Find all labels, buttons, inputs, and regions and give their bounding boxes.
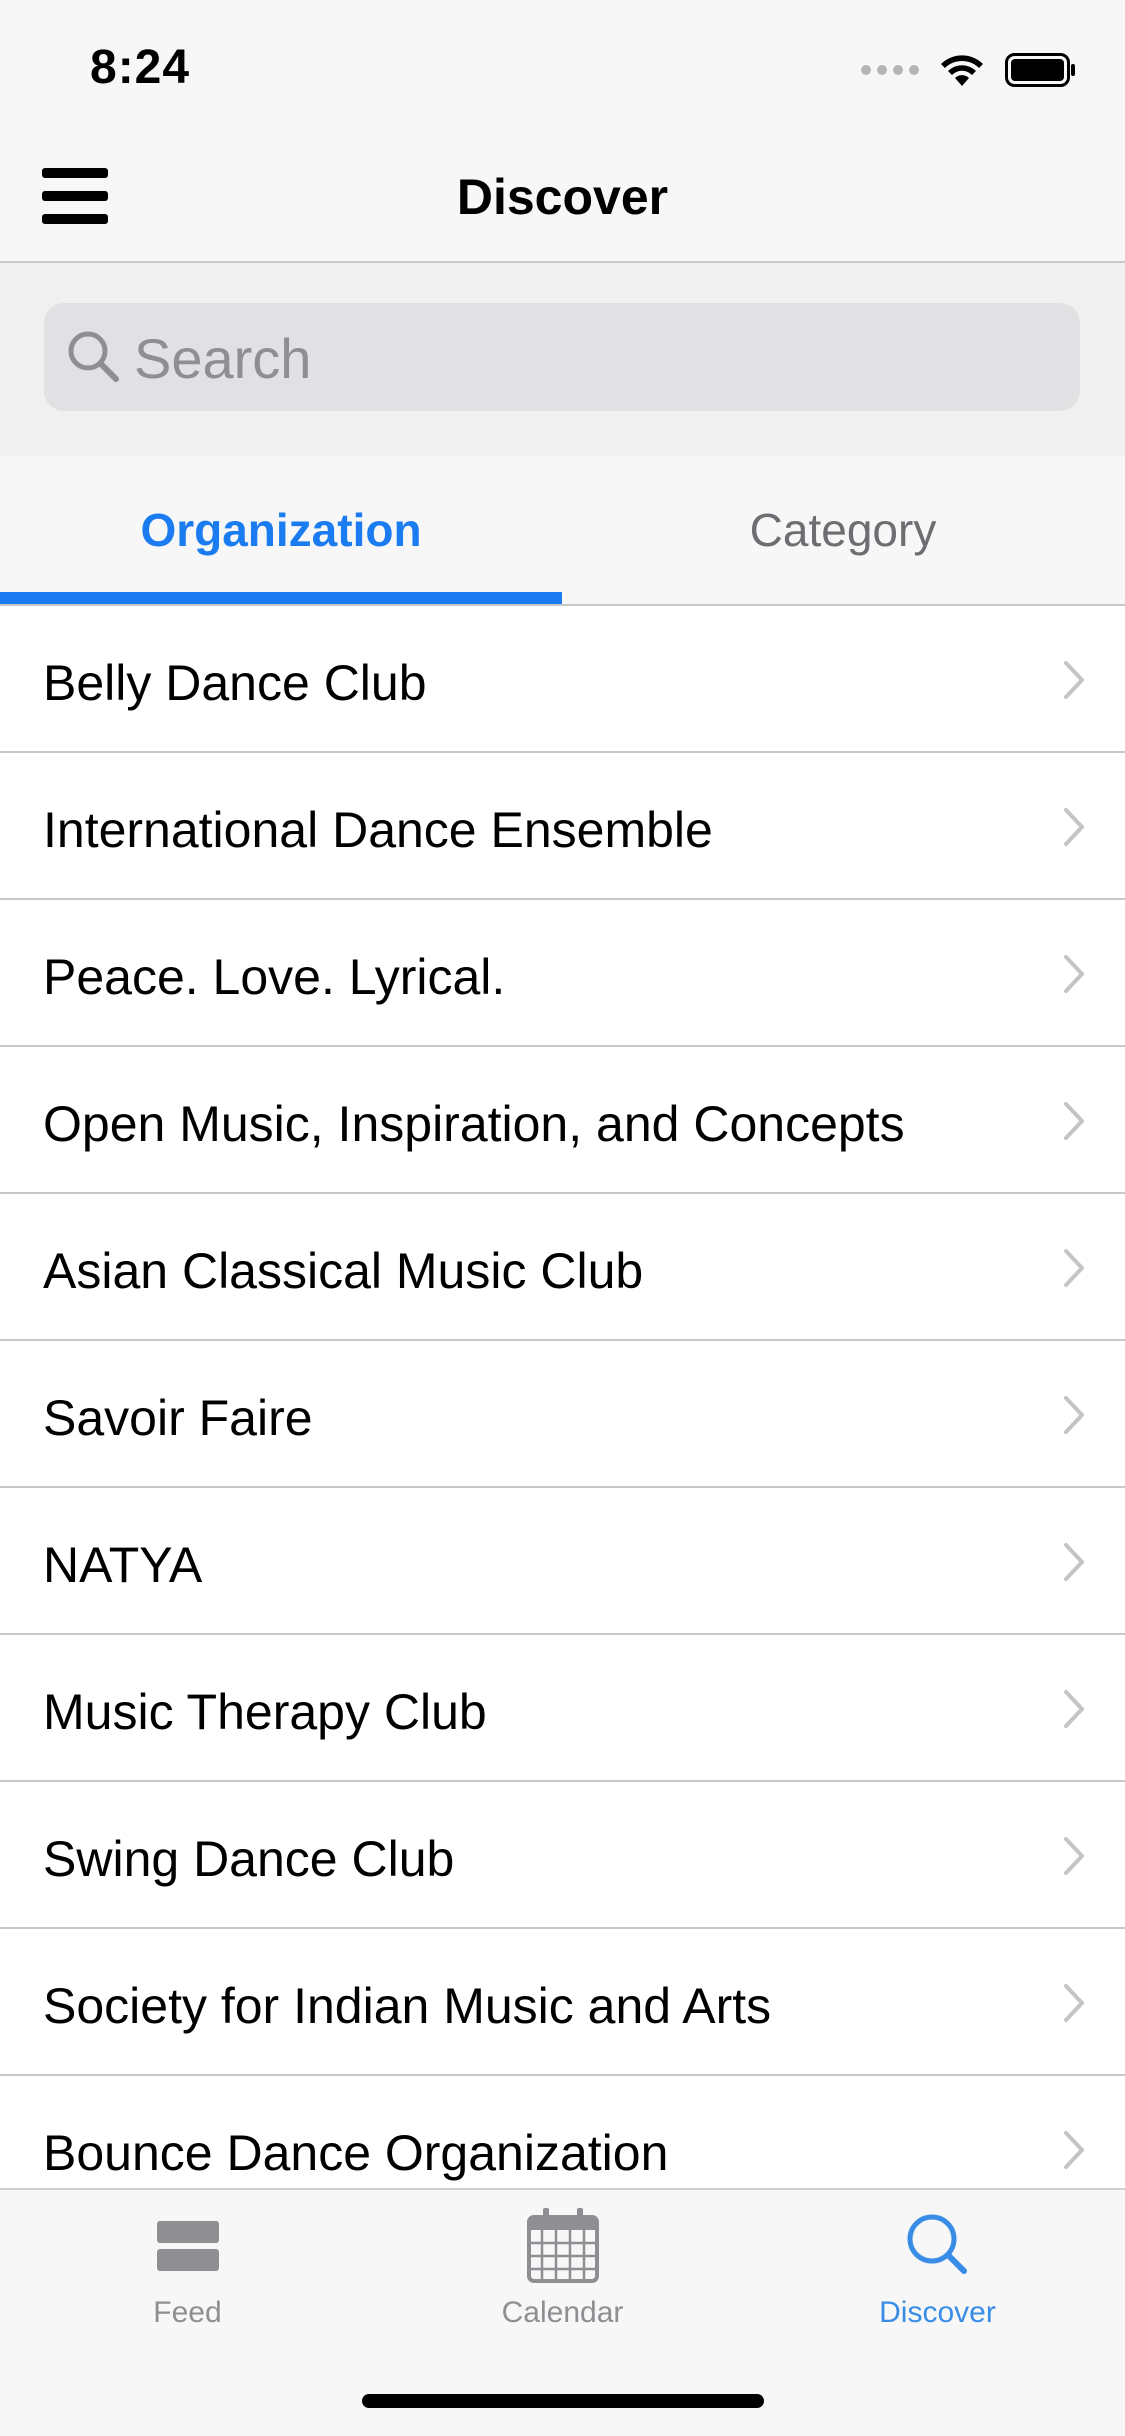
tab-discover-label: Discover — [879, 2296, 996, 2329]
list-item-label: Swing Dance Club — [43, 1831, 455, 1887]
list-item-label: Society for Indian Music and Arts — [43, 1978, 772, 2034]
tab-feed[interactable]: Feed — [0, 2190, 375, 2350]
list-item-label: Asian Classical Music Club — [43, 1243, 644, 1299]
battery-icon — [1005, 53, 1075, 87]
home-indicator[interactable] — [362, 2394, 764, 2408]
list-item-label: NATYA — [43, 1537, 203, 1593]
organization-list: Belly Dance Club International Dance Ens… — [0, 606, 1125, 2223]
list-item-label: Bounce Dance Organization — [43, 2125, 669, 2181]
segment-bar: Organization Category — [0, 456, 1125, 606]
list-item[interactable]: NATYA — [0, 1488, 1125, 1635]
tab-organization[interactable]: Organization — [0, 456, 562, 604]
feed-icon — [156, 2221, 219, 2271]
chevron-right-icon — [1064, 1102, 1084, 1140]
list-item[interactable]: Savoir Faire — [0, 1341, 1125, 1488]
segment-indicator — [0, 592, 562, 604]
list-item[interactable]: Belly Dance Club — [0, 606, 1125, 753]
list-item-label: Open Music, Inspiration, and Concepts — [43, 1096, 905, 1152]
search-icon — [68, 331, 119, 382]
tab-discover[interactable]: Discover — [750, 2190, 1125, 2350]
list-item[interactable]: Open Music, Inspiration, and Concepts — [0, 1047, 1125, 1194]
page-title: Discover — [456, 169, 669, 225]
chevron-right-icon — [1064, 2131, 1084, 2169]
chevron-right-icon — [1064, 1690, 1084, 1728]
tab-category[interactable]: Category — [562, 456, 1124, 604]
chevron-right-icon — [1064, 1837, 1084, 1875]
search-icon — [907, 2214, 967, 2274]
list-item-label: Peace. Love. Lyrical. — [43, 949, 506, 1005]
search-area — [0, 263, 1125, 456]
wifi-icon — [941, 55, 983, 86]
list-item[interactable]: Society for Indian Music and Arts — [0, 1929, 1125, 2076]
list-item-label: Savoir Faire — [43, 1390, 313, 1446]
search-box[interactable] — [44, 303, 1080, 413]
chevron-right-icon — [1064, 1543, 1084, 1581]
status-icons — [861, 48, 1077, 92]
calendar-icon — [526, 2208, 599, 2283]
chevron-right-icon — [1064, 661, 1084, 699]
chevron-right-icon — [1064, 808, 1084, 846]
list-item[interactable]: Music Therapy Club — [0, 1635, 1125, 1782]
tab-feed-label: Feed — [153, 2296, 222, 2329]
status-time: 8:24 — [90, 41, 191, 94]
list-item-label: Belly Dance Club — [43, 655, 427, 711]
chevron-right-icon — [1064, 955, 1084, 993]
list-item[interactable]: International Dance Ensemble — [0, 753, 1125, 900]
list-item[interactable]: Peace. Love. Lyrical. — [0, 900, 1125, 1047]
chevron-right-icon — [1064, 1249, 1084, 1287]
status-bar: 8:24 — [0, 0, 1125, 130]
navigation-bar: Discover — [0, 130, 1125, 263]
list-item-label: Music Therapy Club — [43, 1684, 487, 1740]
list-item-label: International Dance Ensemble — [43, 802, 713, 858]
search-input[interactable] — [132, 303, 1056, 413]
chevron-right-icon — [1064, 1984, 1084, 2022]
chevron-right-icon — [1064, 1396, 1084, 1434]
tab-calendar[interactable]: Calendar — [375, 2190, 750, 2350]
list-item[interactable]: Swing Dance Club — [0, 1782, 1125, 1929]
list-item[interactable]: Asian Classical Music Club — [0, 1194, 1125, 1341]
tab-calendar-label: Calendar — [501, 2296, 624, 2329]
signal-icon — [861, 65, 919, 75]
